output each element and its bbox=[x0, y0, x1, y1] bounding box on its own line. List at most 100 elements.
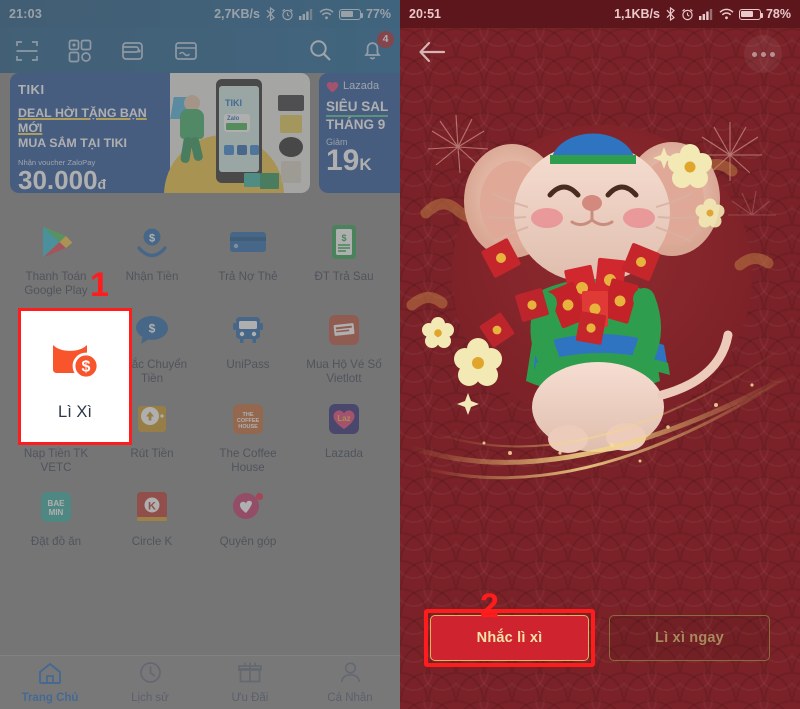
banner-lazada-unit: K bbox=[359, 155, 372, 175]
lazada-heart-icon bbox=[326, 80, 339, 93]
left-toolbar: 4 bbox=[0, 28, 400, 73]
promo-banner-carousel: TIKI DEAL HỜI TẶNG BẠN MỚI MUA SẮM TẠI T… bbox=[0, 73, 400, 201]
nav-label: Ưu Đãi bbox=[231, 692, 269, 704]
bluetooth-icon bbox=[265, 7, 276, 21]
svg-text:HOUSE: HOUSE bbox=[238, 424, 258, 430]
service-item-vietlott[interactable]: Mua Hộ Vé Số Vietlott bbox=[296, 298, 392, 386]
bluetooth-icon bbox=[665, 7, 676, 21]
service-label: Nạp Tiền TK VETC bbox=[23, 446, 89, 474]
wifi-icon bbox=[319, 8, 334, 20]
service-label: ĐT Trả Sau bbox=[314, 270, 374, 283]
postpaid-phone-icon: $ bbox=[324, 222, 364, 262]
banner-lazada-headline2: THÁNG 9 bbox=[326, 116, 386, 132]
banner-tiki-artwork: TIKI Zalo bbox=[164, 73, 310, 193]
service-item-empty bbox=[296, 475, 392, 549]
clock-icon bbox=[139, 661, 162, 689]
cellular-signal-icon bbox=[298, 8, 314, 20]
nav-tab-uu-dai[interactable]: Ưu Đãi bbox=[200, 656, 300, 709]
nav-tab-lich-su[interactable]: Lịch sử bbox=[100, 656, 200, 709]
status-time: 21:03 bbox=[9, 7, 42, 21]
service-item-baemin[interactable]: BAE MIN Đặt đồ ăn bbox=[8, 475, 104, 549]
credit-card-icon bbox=[228, 222, 268, 262]
service-label: Circle K bbox=[131, 534, 173, 548]
svg-text:Laz: Laz bbox=[337, 414, 350, 423]
banner-lazada-amount: 19 bbox=[326, 144, 360, 178]
service-label: Rút Tiền bbox=[130, 446, 174, 460]
money-chat-icon: $ bbox=[132, 310, 172, 350]
nav-tab-ca-nhan[interactable]: Cá Nhân bbox=[300, 656, 400, 709]
circle-k-icon: K bbox=[132, 487, 172, 527]
scan-icon[interactable] bbox=[14, 38, 40, 64]
donate-heart-icon bbox=[228, 487, 268, 527]
baemin-icon: BAE MIN bbox=[36, 487, 76, 527]
service-row: BAE MIN Đặt đồ ăn K Circle K Quyên góp bbox=[8, 475, 392, 549]
service-item-tra-no-the[interactable]: Trả Nợ Thẻ bbox=[200, 210, 296, 298]
wifi-icon bbox=[719, 8, 734, 20]
service-label: UniPass bbox=[226, 358, 270, 372]
lottery-ticket-icon bbox=[324, 310, 364, 350]
action-button-row: Nhắc lì xì Lì xì ngay bbox=[400, 609, 800, 667]
svg-text:$: $ bbox=[82, 359, 91, 376]
highlighted-tile-label: Lì Xì bbox=[58, 403, 92, 421]
status-battery-percent: 77% bbox=[365, 7, 391, 21]
service-item-circle-k[interactable]: K Circle K bbox=[104, 475, 200, 549]
service-label: Thanh Toán Google Play bbox=[24, 270, 88, 298]
step-marker-2: 2 bbox=[480, 587, 499, 625]
highlighted-li-xi-tile[interactable]: $ Lì Xì bbox=[18, 308, 132, 445]
google-play-icon bbox=[36, 222, 76, 262]
battery-icon bbox=[738, 8, 764, 20]
banner-lazada-headline1: SIÊU SAL bbox=[326, 99, 389, 117]
service-label: Trả Nợ Thẻ bbox=[218, 270, 278, 283]
alarm-icon bbox=[281, 8, 294, 21]
right-status-bar: 20:51 1,1KB/s 78% bbox=[400, 0, 800, 28]
coffee-house-icon: THE COFFEE HOUSE bbox=[228, 399, 268, 439]
service-item-quyen-gop[interactable]: Quyên góp bbox=[200, 475, 296, 549]
nav-label: Lịch sử bbox=[131, 692, 169, 704]
status-network-speed: 2,7KB/s bbox=[214, 7, 260, 21]
banner-lazada[interactable]: Lazada SIÊU SAL THÁNG 9 Giảm 19K đơn h bbox=[319, 73, 400, 193]
service-item-dt-tra-sau[interactable]: $ ĐT Trả Sau bbox=[296, 210, 392, 298]
notification-bell-icon[interactable]: 4 bbox=[360, 30, 394, 64]
svg-text:MIN: MIN bbox=[49, 508, 64, 517]
svg-text:BAE: BAE bbox=[48, 499, 66, 508]
step-marker-1: 1 bbox=[90, 266, 109, 304]
li-xi-ngay-button[interactable]: Lì xì ngay bbox=[609, 615, 770, 661]
gift-icon bbox=[238, 661, 262, 689]
service-label: Đặt đồ ăn bbox=[30, 534, 82, 548]
wallet-icon[interactable] bbox=[120, 38, 146, 64]
status-time: 20:51 bbox=[409, 7, 441, 21]
banner-phone-brand: TIKI bbox=[225, 98, 242, 108]
alarm-icon bbox=[681, 8, 694, 21]
service-label: Mua Hộ Vé Số Vietlott bbox=[306, 358, 382, 386]
status-battery-percent: 78% bbox=[765, 7, 791, 21]
transaction-icon[interactable] bbox=[173, 38, 199, 64]
more-options-icon[interactable] bbox=[744, 35, 782, 73]
bus-icon bbox=[228, 310, 268, 350]
service-label: Lazada bbox=[324, 446, 364, 460]
home-icon bbox=[38, 662, 62, 689]
service-row: Thanh Toán Google Play $ Nhận Tiền Trả N… bbox=[8, 210, 392, 298]
service-label: The Coffee House bbox=[219, 446, 277, 474]
svg-text:$: $ bbox=[149, 233, 155, 245]
back-arrow-icon[interactable] bbox=[418, 40, 446, 69]
banner-tiki-headline2: MUA SẮM TẠI TIKI bbox=[18, 136, 127, 151]
service-item-unipass[interactable]: UniPass bbox=[200, 298, 296, 386]
service-label: Quyên góp bbox=[219, 534, 277, 548]
banner-phone-badge: Zalo bbox=[227, 116, 240, 122]
zalopay-home-screen: 21:03 2,7KB/s 77% 4 TIKI DEAL HỜI TẶNG B… bbox=[0, 0, 400, 709]
service-item-lazada[interactable]: Laz Lazada bbox=[296, 387, 392, 475]
nav-tab-trang-chu[interactable]: Trang Chủ bbox=[0, 656, 100, 709]
nhac-li-xi-button[interactable]: Nhắc lì xì bbox=[430, 615, 589, 661]
withdraw-icon bbox=[132, 399, 172, 439]
li-xi-tet-screen: 20:51 1,1KB/s 78% 2 Nhắc lì xì Lì xì nga… bbox=[400, 0, 800, 709]
receive-money-icon: $ bbox=[132, 222, 172, 262]
banner-tiki[interactable]: TIKI DEAL HỜI TẶNG BẠN MỚI MUA SẮM TẠI T… bbox=[10, 73, 310, 193]
qr-grid-icon[interactable] bbox=[67, 38, 93, 64]
search-icon[interactable] bbox=[308, 38, 334, 64]
svg-text:$: $ bbox=[149, 322, 156, 336]
banner-tiki-brand: TIKI bbox=[18, 82, 45, 97]
banner-tiki-headline1: DEAL HỜI TẶNG BẠN MỚI bbox=[18, 106, 147, 136]
service-item-nhan-tien[interactable]: $ Nhận Tiền bbox=[104, 210, 200, 298]
notification-badge: 4 bbox=[377, 30, 394, 48]
service-item-coffee-house[interactable]: THE COFFEE HOUSE The Coffee House bbox=[200, 387, 296, 475]
